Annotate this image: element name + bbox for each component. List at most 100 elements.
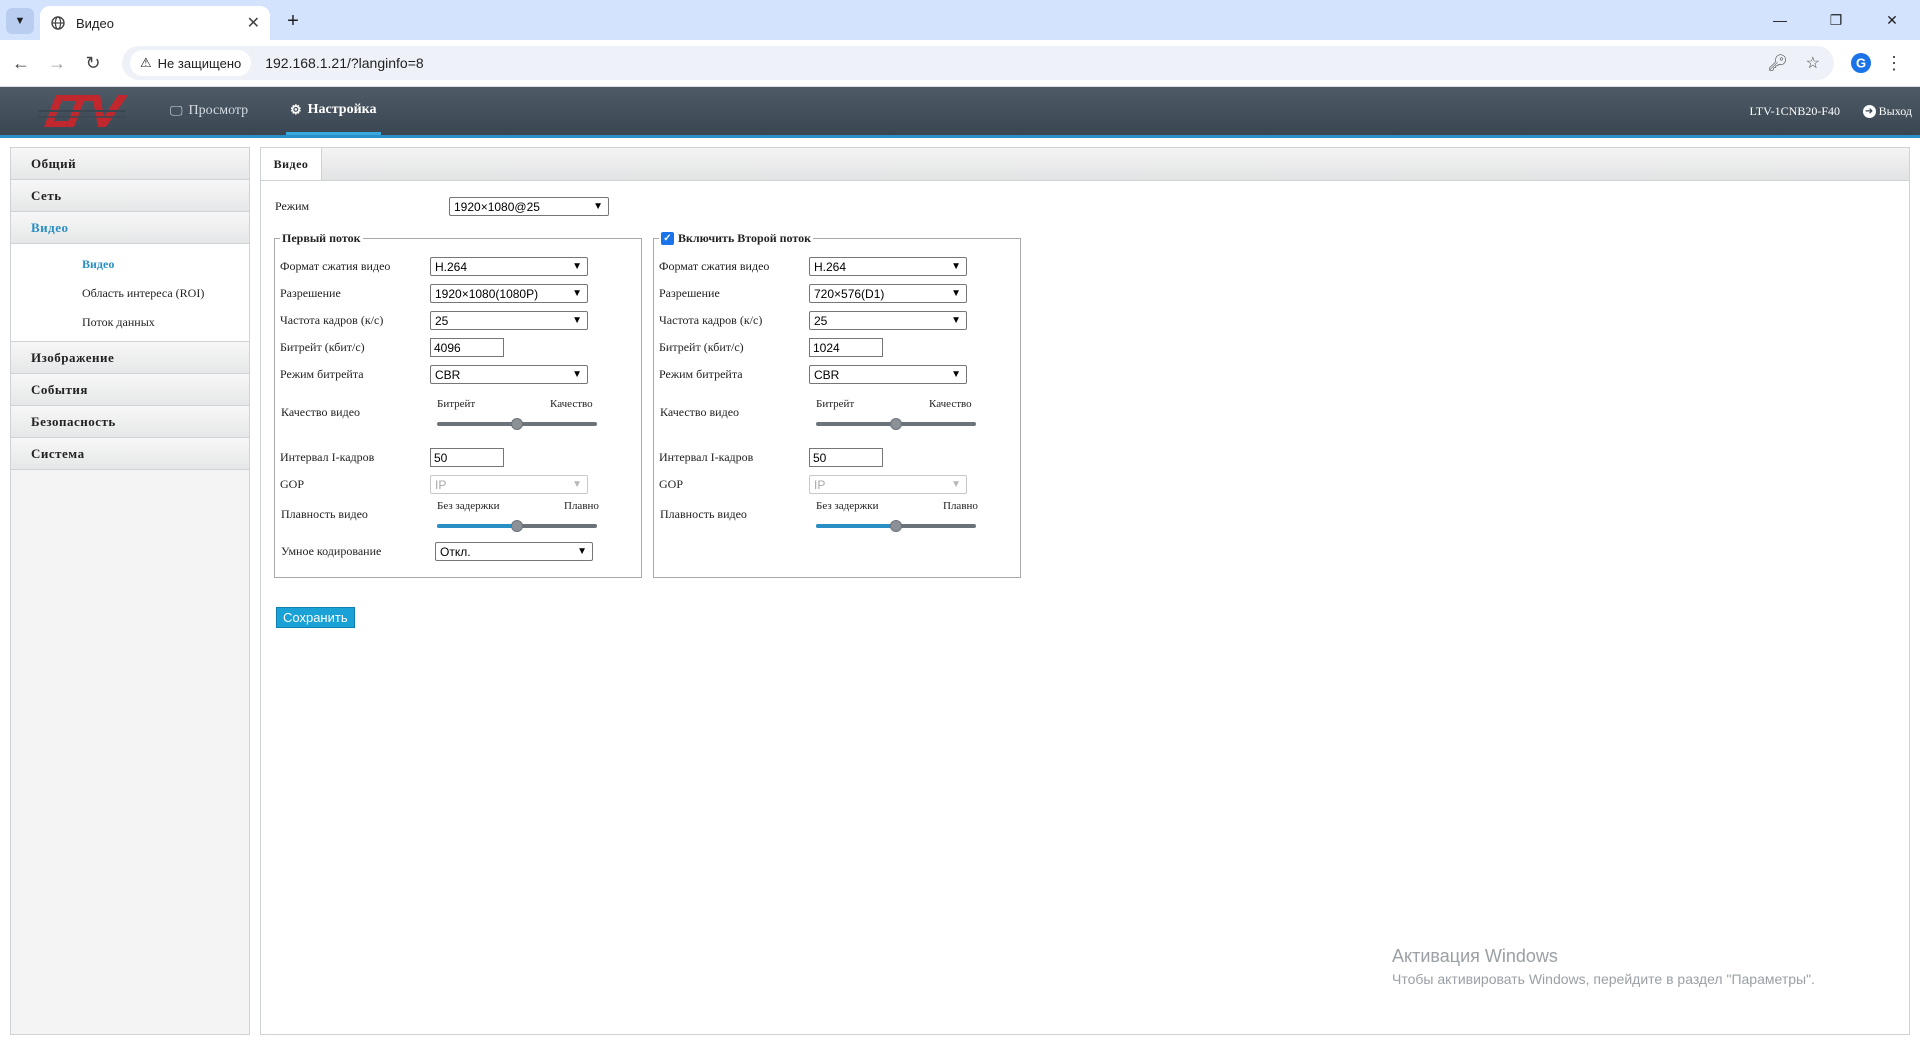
url-text[interactable]: 192.168.1.21/?langinfo=8 (265, 55, 423, 71)
key-icon[interactable]: 🔑︎ (1767, 53, 1787, 73)
logout-button[interactable]: ➜ Выход (1862, 87, 1912, 135)
sidebar-item-general[interactable]: Общий (11, 148, 249, 180)
ltv-logo (34, 91, 130, 131)
nav-settings[interactable]: ⚙︎ Настройка (286, 87, 381, 135)
s2-codec-select[interactable]: H.264 ▼ (809, 257, 967, 276)
tab-search-icon[interactable]: ▼ (6, 8, 34, 34)
s2-quality-left-label: Битрейт (816, 398, 855, 410)
mode-select[interactable]: 1920×1080@25 ▼ (449, 197, 609, 216)
s1-bitrate-mode-select[interactable]: CBR ▼ (430, 365, 588, 384)
tab-video[interactable]: Видео (261, 148, 322, 180)
chevron-down-icon: ▼ (572, 288, 582, 299)
s2-bitrate-input[interactable]: 1024 (809, 338, 883, 357)
browser-menu-icon[interactable]: ⋮ (1884, 50, 1904, 76)
chevron-down-icon: ▼ (593, 201, 603, 212)
s2-smooth-right-label: Плавно (943, 500, 978, 512)
s1-bitrate-input[interactable]: 4096 (430, 338, 504, 357)
s1-smoothness-slider-handle[interactable] (511, 520, 523, 532)
windows-activation-subtitle: Чтобы активировать Windows, перейдите в … (1392, 971, 1815, 987)
logout-label: Выход (1878, 103, 1912, 118)
close-window-icon[interactable]: ✕ (1864, 0, 1920, 40)
s2-quality-slider-handle[interactable] (890, 418, 902, 430)
sidebar-video-submenu: Видео Область интереса (ROI) Поток данны… (11, 244, 249, 342)
device-name: LTV-1CNB20-F40 (1749, 103, 1840, 118)
s1-codec-select[interactable]: H.264 ▼ (430, 257, 588, 276)
s1-resolution-label: Разрешение (280, 286, 341, 300)
s2-framerate-label: Частота кадров (к/с) (659, 313, 763, 327)
s2-resolution-select[interactable]: 720×576(D1) ▼ (809, 284, 967, 303)
s2-smoothness-label: Плавность видео (660, 507, 747, 521)
sidebar-item-network[interactable]: Сеть (11, 180, 249, 212)
sidebar-item-image[interactable]: Изображение (11, 342, 249, 374)
s1-bitrate-label: Битрейт (кбит/с) (280, 340, 365, 354)
sidebar-item-events[interactable]: События (11, 374, 249, 406)
save-button[interactable]: Сохранить (276, 607, 355, 628)
s1-smooth-right-label: Плавно (564, 500, 599, 512)
forward-icon[interactable]: → (44, 50, 70, 76)
s1-quality-right-label: Качество (550, 398, 593, 410)
star-icon[interactable]: ☆ (1806, 53, 1820, 73)
google-account-icon[interactable]: G (1848, 50, 1874, 76)
s1-resolution-select[interactable]: 1920×1080(1080P) ▼ (430, 284, 588, 303)
reload-icon[interactable]: ↻ (80, 50, 106, 76)
first-stream-title: Первый поток (280, 231, 363, 246)
s1-framerate-select[interactable]: 25 ▼ (430, 311, 588, 330)
sidebar-sub-stream[interactable]: Поток данных (11, 308, 249, 337)
s2-bitrate-mode-select[interactable]: CBR ▼ (809, 365, 967, 384)
s1-codec-value: H.264 (435, 259, 468, 274)
chevron-down-icon: ▼ (572, 261, 582, 272)
s2-codec-label: Формат сжатия видео (659, 259, 770, 273)
back-icon[interactable]: ← (8, 50, 34, 76)
sidebar-sub-roi[interactable]: Область интереса (ROI) (11, 279, 249, 308)
chevron-down-icon: ▼ (951, 369, 961, 380)
security-label: Не защищено (157, 55, 242, 71)
sidebar-item-video[interactable]: Видео (11, 212, 249, 244)
browser-tabstrip: ▼ Видео ✕ + — ❐ ✕ (0, 0, 1920, 40)
s2-framerate-select[interactable]: 25 ▼ (809, 311, 967, 330)
s1-smart-select[interactable]: Откл. ▼ (435, 542, 593, 561)
omnibox-actions: 🔑︎ ☆ (1767, 53, 1820, 73)
new-tab-icon[interactable]: + (280, 8, 306, 34)
sidebar-item-system[interactable]: Система (11, 438, 249, 470)
enable-second-stream-checkbox[interactable]: ✓ (661, 232, 674, 245)
enable-second-stream-label: Включить (678, 231, 735, 245)
s1-quality-left-label: Битрейт (437, 398, 476, 410)
chevron-down-icon: ▼ (951, 479, 961, 490)
s1-codec-label: Формат сжатия видео (280, 259, 391, 273)
monitor-icon: 🖵︎ (170, 103, 183, 118)
s1-iframe-input[interactable]: 50 (430, 448, 504, 467)
s2-gop-label: GOP (659, 477, 684, 491)
s2-smoothness-fill (816, 524, 896, 528)
address-bar[interactable]: ⚠ Не защищено 192.168.1.21/?langinfo=8 🔑… (122, 46, 1834, 80)
close-icon[interactable]: ✕ (247, 13, 260, 33)
s1-framerate-label: Частота кадров (к/с) (280, 313, 384, 327)
gear-icon: ⚙︎ (290, 101, 302, 117)
window-controls: — ❐ ✕ (1752, 0, 1920, 40)
s1-bitrate-mode-value: CBR (435, 367, 461, 382)
s2-gop-select[interactable]: IP ▼ (809, 475, 967, 494)
sidebar-item-security[interactable]: Безопасность (11, 406, 249, 438)
s2-codec-value: H.264 (814, 259, 847, 274)
s1-smart-value: Откл. (440, 544, 471, 559)
second-stream-title: ✓ Включить Второй поток (659, 231, 814, 246)
browser-tab-video[interactable]: Видео ✕ (40, 6, 270, 40)
minimize-icon[interactable]: — (1752, 0, 1808, 40)
s2-framerate-value: 25 (814, 313, 828, 328)
nav-preview-label: Просмотр (188, 103, 249, 118)
nav-preview[interactable]: 🖵︎ Просмотр (170, 87, 248, 135)
restore-icon[interactable]: ❐ (1808, 0, 1864, 40)
security-chip[interactable]: ⚠ Не защищено (130, 50, 252, 76)
chevron-down-icon: ▼ (951, 261, 961, 272)
s2-iframe-input[interactable]: 50 (809, 448, 883, 467)
s1-iframe-label: Интервал I-кадров (280, 450, 375, 464)
sidebar-sub-video[interactable]: Видео (11, 250, 249, 279)
page-tab-bar: Видео (261, 148, 1909, 181)
s2-quality-label: Качество видео (660, 405, 740, 419)
sidebar: Общий Сеть Видео Видео Область интереса … (10, 147, 250, 1035)
first-stream-fieldset: Первый поток Формат сжатия видео H.264 ▼ … (274, 231, 642, 578)
chevron-down-icon: ▼ (951, 315, 961, 326)
s2-smoothness-slider-handle[interactable] (890, 520, 902, 532)
s1-gop-select[interactable]: IP ▼ (430, 475, 588, 494)
s2-resolution-label: Разрешение (659, 286, 720, 300)
s1-quality-slider-handle[interactable] (511, 418, 523, 430)
